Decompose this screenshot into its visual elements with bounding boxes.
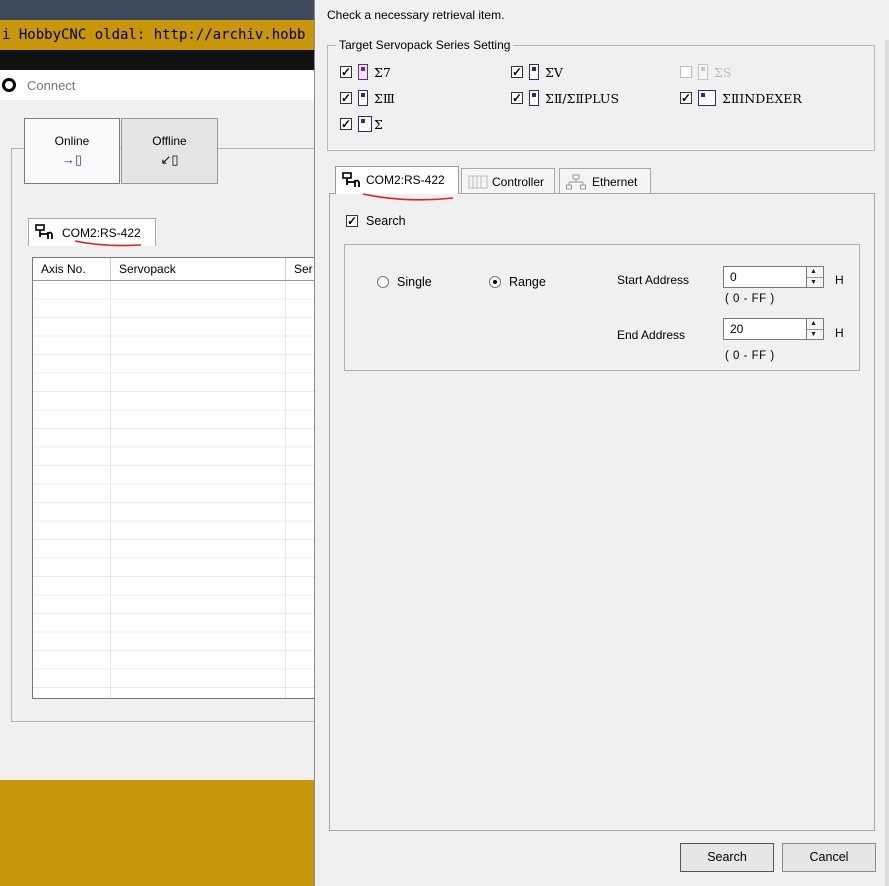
checkbox-box: ✓	[511, 91, 523, 105]
end-address-spinner[interactable]	[807, 318, 824, 340]
series-label: ΣⅢ	[374, 91, 395, 106]
controller-icon	[468, 174, 488, 193]
tab-com2-label: COM2:RS-422	[366, 173, 445, 187]
checkbox-box: ✓	[340, 65, 352, 79]
network-icon	[566, 174, 586, 193]
series-label: Σ	[374, 117, 383, 132]
series-label: ΣV	[545, 65, 563, 80]
red-annotation-underline	[362, 193, 454, 201]
com2-tab-panel: ✓ Search Single Range Start Address 0 H …	[329, 193, 875, 831]
end-address-unit: H	[835, 326, 844, 340]
column-ser[interactable]: Ser	[286, 258, 315, 280]
servopack-device-icon	[358, 90, 368, 106]
end-address-range-hint: ( 0 - FF )	[725, 350, 775, 362]
range-radio-label: Range	[509, 275, 546, 289]
checkbox-box: ✓	[680, 91, 692, 105]
background-black-bar	[0, 50, 314, 70]
start-address-label: Start Address	[617, 273, 690, 287]
offline-plug-icon: ↙▯	[160, 152, 179, 167]
series-label: Σ7	[374, 65, 391, 80]
online-button[interactable]: Online →▯	[24, 118, 120, 184]
axis-table-header: Axis No. Servopack Ser	[33, 258, 315, 281]
servopack-device-icon	[529, 90, 539, 106]
online-plug-icon: →▯	[61, 152, 83, 167]
search-button[interactable]: Search	[680, 843, 774, 872]
offline-label: Offline	[152, 134, 187, 148]
checkbox-box: ✓	[346, 214, 358, 228]
servopack-device-icon	[529, 64, 539, 80]
dialog-right-edge	[885, 40, 889, 886]
series-label: ΣⅡ/ΣⅡPLUS	[545, 91, 620, 106]
background-banner-text: i HobbyCNC oldal: http://archiv.hobb	[0, 20, 314, 50]
column-axis-no[interactable]: Axis No.	[33, 258, 111, 280]
connect-window: Connect Online →▯ Offline ↙▯ COM2:RS-422…	[0, 70, 317, 780]
online-label: Online	[54, 134, 90, 148]
checkbox-box	[680, 66, 692, 78]
servopack-series-group: Target Servopack Series Setting ✓ Σ7 ✓ Σ…	[327, 38, 875, 151]
dialog-hint-text: Check a necessary retrieval item.	[327, 8, 505, 22]
search-checkbox-label: Search	[366, 214, 406, 228]
start-address-range-hint: ( 0 - FF )	[725, 293, 775, 305]
radio-dot	[489, 276, 501, 288]
servopack-device-icon	[698, 64, 708, 80]
serial-port-icon	[342, 172, 364, 191]
tab-controller[interactable]: Controller	[461, 168, 555, 194]
end-address-input[interactable]: 20	[723, 318, 807, 340]
radio-dot	[377, 276, 389, 288]
single-radio-label: Single	[397, 275, 432, 289]
end-address-label: End Address	[617, 328, 686, 342]
checkbox-box: ✓	[511, 65, 523, 79]
tab-ethernet[interactable]: Ethernet	[559, 168, 651, 194]
checkbox-box: ✓	[340, 117, 352, 131]
servopack-device-icon	[358, 116, 372, 132]
start-address-unit: H	[835, 273, 844, 287]
connect-window-title: Connect	[27, 78, 76, 93]
connect-titlebar: Connect	[0, 70, 314, 100]
search-dialog: Check a necessary retrieval item. Target…	[314, 0, 889, 886]
tab-controller-label: Controller	[492, 175, 545, 189]
servopack-device-icon	[358, 64, 368, 80]
cancel-button[interactable]: Cancel	[782, 843, 876, 872]
checkbox-box: ✓	[340, 91, 352, 105]
axis-table-rows	[33, 281, 315, 698]
servopack-series-group-title: Target Servopack Series Setting	[336, 38, 514, 52]
serial-port-icon	[35, 224, 57, 243]
background-title-bar	[0, 0, 314, 20]
servopack-device-icon	[698, 90, 716, 106]
axis-table[interactable]: Axis No. Servopack Ser	[32, 257, 315, 699]
tab-ethernet-label: Ethernet	[592, 175, 638, 189]
series-label: ΣⅡINDEXER	[722, 91, 802, 106]
column-servopack[interactable]: Servopack	[111, 258, 286, 280]
start-address-input[interactable]: 0	[723, 266, 807, 288]
offline-button[interactable]: Offline ↙▯	[121, 118, 218, 184]
address-range-group: Single Range Start Address 0 H ( 0 - FF …	[344, 244, 860, 371]
start-address-spinner[interactable]	[807, 266, 824, 288]
app-icon	[2, 78, 16, 92]
tab-com2-rs422[interactable]: COM2:RS-422	[335, 166, 459, 194]
series-label: ΣS	[714, 65, 732, 80]
red-annotation-underline	[74, 240, 142, 247]
